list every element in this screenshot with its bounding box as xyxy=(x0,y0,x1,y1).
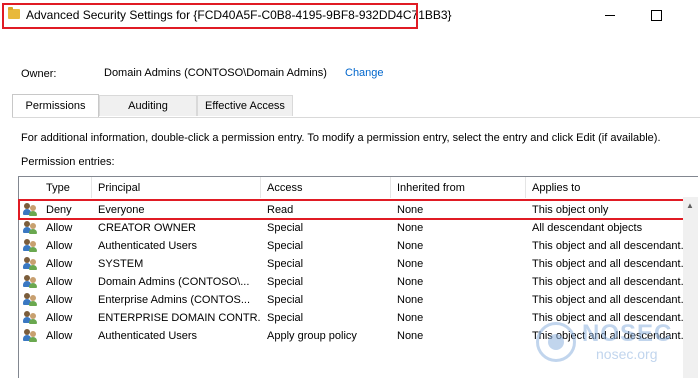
cell-type: Allow xyxy=(46,222,73,234)
cell-type: Allow xyxy=(46,276,73,288)
column-header-type[interactable]: Type xyxy=(40,177,92,198)
cell-inherited-from: None xyxy=(397,222,424,234)
cell-principal: Authenticated Users xyxy=(98,240,198,252)
cell-principal: Authenticated Users xyxy=(98,330,198,342)
cell-access: Special xyxy=(267,258,304,270)
user-group-icon xyxy=(23,239,38,253)
column-header-access[interactable]: Access xyxy=(261,177,391,198)
table-row[interactable]: Allow Domain Admins (CONTOSO\... Special… xyxy=(19,273,699,291)
cell-type: Allow xyxy=(46,240,73,252)
table-row[interactable]: Allow CREATOR OWNER Special None All des… xyxy=(19,219,699,237)
user-group-icon xyxy=(23,275,38,289)
user-group-icon xyxy=(23,311,38,325)
user-group-icon xyxy=(23,329,38,343)
watermark-brand: NOSEC xyxy=(582,320,673,347)
title-bar: Advanced Security Settings for {FCD40A5F… xyxy=(0,0,700,32)
tab-panel-divider xyxy=(12,117,700,118)
cell-inherited-from: None xyxy=(397,312,424,324)
cell-type: Allow xyxy=(46,312,73,324)
cell-inherited-from: None xyxy=(397,258,424,270)
table-header: Type Principal Access Inherited from App… xyxy=(19,177,699,198)
cell-principal: SYSTEM xyxy=(98,258,144,270)
cell-access: Special xyxy=(267,312,304,324)
change-owner-link[interactable]: Change xyxy=(345,67,384,79)
cell-inherited-from: None xyxy=(397,330,424,342)
table-row[interactable]: Allow Authenticated Users Special None T… xyxy=(19,237,699,255)
watermark-logo-dot xyxy=(548,334,564,350)
cell-inherited-from: None xyxy=(397,294,424,306)
selected-row-highlight-box xyxy=(18,199,698,220)
cell-access: Apply group policy xyxy=(267,330,357,342)
info-text: For additional information, double-click… xyxy=(21,132,661,144)
watermark-subtitle: nosec.org xyxy=(596,346,658,362)
cell-access: Special xyxy=(267,240,304,252)
cell-principal: CREATOR OWNER xyxy=(98,222,196,234)
cell-access: Special xyxy=(267,276,304,288)
maximize-button[interactable] xyxy=(642,3,670,27)
cell-applies-to: This object and all descendant... xyxy=(532,294,690,306)
table-row[interactable]: Allow SYSTEM Special None This object an… xyxy=(19,255,699,273)
cell-inherited-from: None xyxy=(397,276,424,288)
cell-type: Allow xyxy=(46,258,73,270)
scroll-up-arrow-icon[interactable]: ▲ xyxy=(686,201,694,210)
cell-principal: Domain Admins (CONTOSO\... xyxy=(98,276,250,288)
user-group-icon xyxy=(23,257,38,271)
table-row[interactable]: Allow Enterprise Admins (CONTOS... Speci… xyxy=(19,291,699,309)
user-group-icon xyxy=(23,293,38,307)
cell-type: Allow xyxy=(46,294,73,306)
column-header-inherited-from[interactable]: Inherited from xyxy=(391,177,526,198)
owner-value: Domain Admins (CONTOSO\Domain Admins) xyxy=(104,67,327,79)
cell-access: Special xyxy=(267,294,304,306)
column-header-applies-to[interactable]: Applies to xyxy=(526,177,698,198)
maximize-icon xyxy=(650,9,662,21)
cell-type: Allow xyxy=(46,330,73,342)
cell-inherited-from: None xyxy=(397,240,424,252)
minimize-button[interactable] xyxy=(596,3,624,27)
tab-permissions[interactable]: Permissions xyxy=(12,94,99,117)
cell-access: Special xyxy=(267,222,304,234)
cell-principal: Enterprise Admins (CONTOS... xyxy=(98,294,251,306)
tab-effective-access[interactable]: Effective Access xyxy=(197,95,293,116)
cell-principal: ENTERPRISE DOMAIN CONTR... xyxy=(98,312,261,324)
cell-applies-to: This object and all descendant... xyxy=(532,276,690,288)
tab-auditing[interactable]: Auditing xyxy=(99,95,197,116)
title-highlight-box xyxy=(2,3,418,29)
user-group-icon xyxy=(23,221,38,235)
cell-applies-to: This object and all descendant... xyxy=(532,240,690,252)
watermark: NOSEC nosec.org xyxy=(530,316,700,368)
owner-label: Owner: xyxy=(21,68,57,80)
column-header-principal[interactable]: Principal xyxy=(92,177,261,198)
cell-applies-to: This object and all descendant... xyxy=(532,258,690,270)
permission-entries-label: Permission entries: xyxy=(21,156,115,168)
cell-applies-to: All descendant objects xyxy=(532,222,643,234)
minimize-icon xyxy=(605,14,615,16)
